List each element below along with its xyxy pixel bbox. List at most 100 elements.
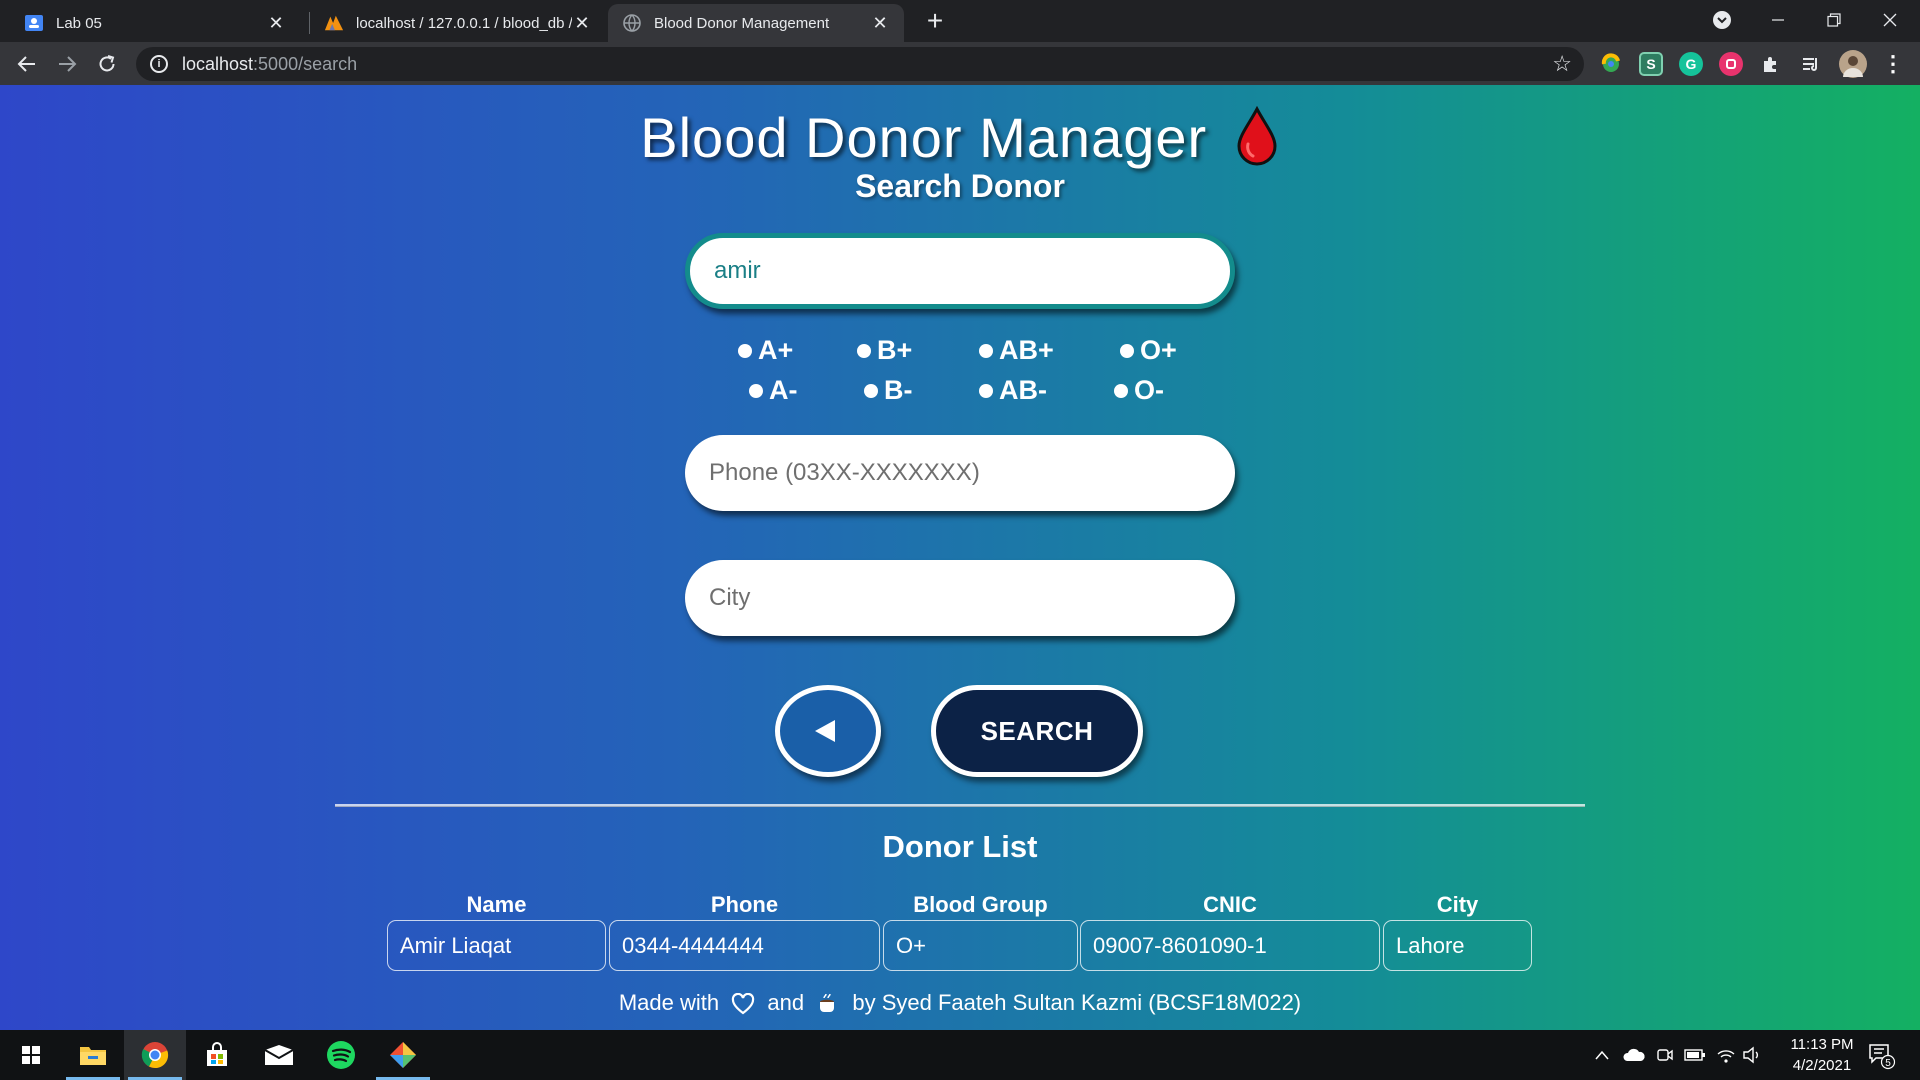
forward-arrow-icon[interactable] — [51, 48, 83, 80]
radio-label: AB- — [999, 375, 1047, 405]
page-content: Blood Donor Manager Search Donor amir A+… — [0, 85, 1920, 1030]
new-tab-button[interactable]: + — [920, 6, 950, 36]
radio-label: A+ — [758, 335, 794, 365]
battery-icon[interactable] — [1684, 1030, 1706, 1080]
table-cell-blood-group: O+ — [883, 920, 1078, 971]
extension-s-icon[interactable]: S — [1639, 52, 1663, 76]
grammarly-icon[interactable]: G — [1679, 52, 1703, 76]
spotify-icon[interactable] — [310, 1030, 372, 1080]
meet-now-icon[interactable] — [1656, 1030, 1674, 1080]
radio-dot — [749, 383, 763, 398]
radio-b-negative[interactable]: B- — [864, 375, 913, 406]
column-header-cnic: CNIC — [1203, 892, 1257, 917]
column-header-phone: Phone — [710, 892, 779, 917]
wifi-icon[interactable] — [1716, 1030, 1736, 1080]
footer-author: by Syed Faateh Sultan Kazmi (BCSF18M022) — [852, 990, 1302, 1015]
radio-dot — [1114, 383, 1128, 398]
mail-icon[interactable] — [248, 1030, 310, 1080]
radio-dot — [857, 343, 871, 358]
divider — [335, 804, 1585, 807]
tab-lab-05[interactable]: Lab 05 ✕ — [10, 4, 300, 42]
globe-icon — [622, 13, 642, 33]
page-title-row: Blood Donor Manager — [0, 105, 1920, 172]
url-host: localhost — [182, 53, 254, 74]
search-button[interactable]: SEARCH — [931, 685, 1143, 777]
notification-count: 5 — [1885, 1058, 1891, 1069]
blood-drop-icon — [1237, 106, 1277, 166]
close-icon[interactable]: ✕ — [572, 13, 592, 33]
column-header-city: City — [1436, 892, 1479, 917]
radio-label: B- — [884, 375, 913, 405]
donor-list-title: Donor List — [882, 829, 1038, 864]
table-cell-phone: 0344-4444444 — [609, 920, 880, 971]
address-bar[interactable]: i localhost:5000/search ☆ — [136, 47, 1584, 81]
tab-title: localhost / 127.0.0.1 / blood_db / — [356, 14, 572, 32]
reload-icon[interactable] — [91, 48, 123, 80]
radio-o-negative[interactable]: O- — [1114, 375, 1164, 406]
tab-title: Blood Donor Management — [654, 14, 830, 32]
tab-blood-donor-management[interactable]: Blood Donor Management ✕ — [608, 4, 904, 42]
onedrive-icon[interactable] — [1622, 1030, 1646, 1080]
browser-tabstrip: Lab 05 ✕ localhost / 127.0.0.1 / blood_d… — [0, 0, 1920, 42]
radio-ab-negative[interactable]: AB- — [979, 375, 1047, 406]
radio-dot — [1120, 343, 1134, 358]
show-hidden-icons[interactable] — [1594, 1030, 1610, 1080]
profile-avatar[interactable] — [1839, 50, 1867, 78]
city-input[interactable]: City — [685, 560, 1235, 636]
action-center-icon[interactable]: 5 — [1866, 1030, 1896, 1080]
radio-dot — [979, 343, 993, 358]
phpmyadmin-icon — [324, 13, 344, 33]
extensions-puzzle-icon[interactable] — [1759, 52, 1783, 76]
radio-dot — [864, 383, 878, 398]
minimize-button[interactable] — [1750, 0, 1806, 40]
volume-icon[interactable] — [1742, 1030, 1762, 1080]
page-title: Blood Donor Manager — [640, 106, 1208, 169]
extension-record-icon[interactable] — [1719, 52, 1743, 76]
table-cell-name: Amir Liaqat — [387, 920, 606, 971]
info-icon[interactable]: i — [150, 55, 168, 73]
git-app-icon[interactable] — [372, 1030, 434, 1080]
close-icon[interactable]: ✕ — [870, 13, 890, 33]
extension-google-icon[interactable] — [1599, 52, 1623, 76]
tab-search-icon[interactable] — [1694, 0, 1750, 40]
column-header-name: Name — [466, 892, 527, 917]
table-cell-cnic: 09007-8601090-1 — [1080, 920, 1380, 971]
tab-title: Lab 05 — [56, 14, 102, 32]
bookmark-star-icon[interactable]: ☆ — [1552, 51, 1572, 77]
footer-made-with: Made with — [618, 990, 720, 1015]
url-path: :5000/search — [253, 53, 358, 74]
restore-button[interactable] — [1806, 0, 1862, 40]
chrome-icon[interactable] — [124, 1030, 186, 1080]
page-subtitle: Search Donor — [855, 168, 1065, 204]
back-arrow-icon[interactable] — [11, 48, 43, 80]
media-queue-icon[interactable] — [1799, 52, 1823, 76]
column-header-blood-group: Blood Group — [913, 892, 1048, 917]
radio-label: AB+ — [999, 335, 1054, 365]
taskbar: 11:13 PM 4/2/2021 5 — [0, 1030, 1920, 1080]
radio-o-positive[interactable]: O+ — [1120, 335, 1177, 366]
name-search-input[interactable]: amir — [685, 233, 1235, 309]
radio-ab-positive[interactable]: AB+ — [979, 335, 1054, 366]
radio-a-negative[interactable]: A- — [749, 375, 798, 406]
footer: Made with and by Syed Faateh Sultan Kazm… — [0, 990, 1920, 1016]
radio-label: O+ — [1140, 335, 1177, 365]
windows-start-icon[interactable] — [0, 1030, 62, 1080]
phone-input[interactable]: Phone (03XX-XXXXXXX) — [685, 435, 1235, 511]
back-triangle-icon — [815, 720, 835, 742]
close-window-button[interactable] — [1862, 0, 1918, 40]
url-text: localhost:5000/search — [182, 54, 357, 75]
close-icon[interactable]: ✕ — [266, 13, 286, 33]
table-cell-city: Lahore — [1383, 920, 1532, 971]
radio-label: O- — [1134, 375, 1164, 405]
back-button[interactable] — [775, 685, 881, 777]
radio-label: B+ — [877, 335, 913, 365]
radio-b-positive[interactable]: B+ — [857, 335, 912, 366]
radio-label: A- — [769, 375, 798, 405]
tab-phpmyadmin[interactable]: localhost / 127.0.0.1 / blood_db / ✕ — [310, 4, 606, 42]
radio-a-positive[interactable]: A+ — [738, 335, 793, 366]
heart-icon — [732, 993, 755, 1015]
store-icon[interactable] — [186, 1030, 248, 1080]
more-menu-icon[interactable]: ⋮ — [1881, 51, 1905, 76]
radio-dot — [738, 343, 752, 358]
file-explorer-icon[interactable] — [62, 1030, 124, 1080]
